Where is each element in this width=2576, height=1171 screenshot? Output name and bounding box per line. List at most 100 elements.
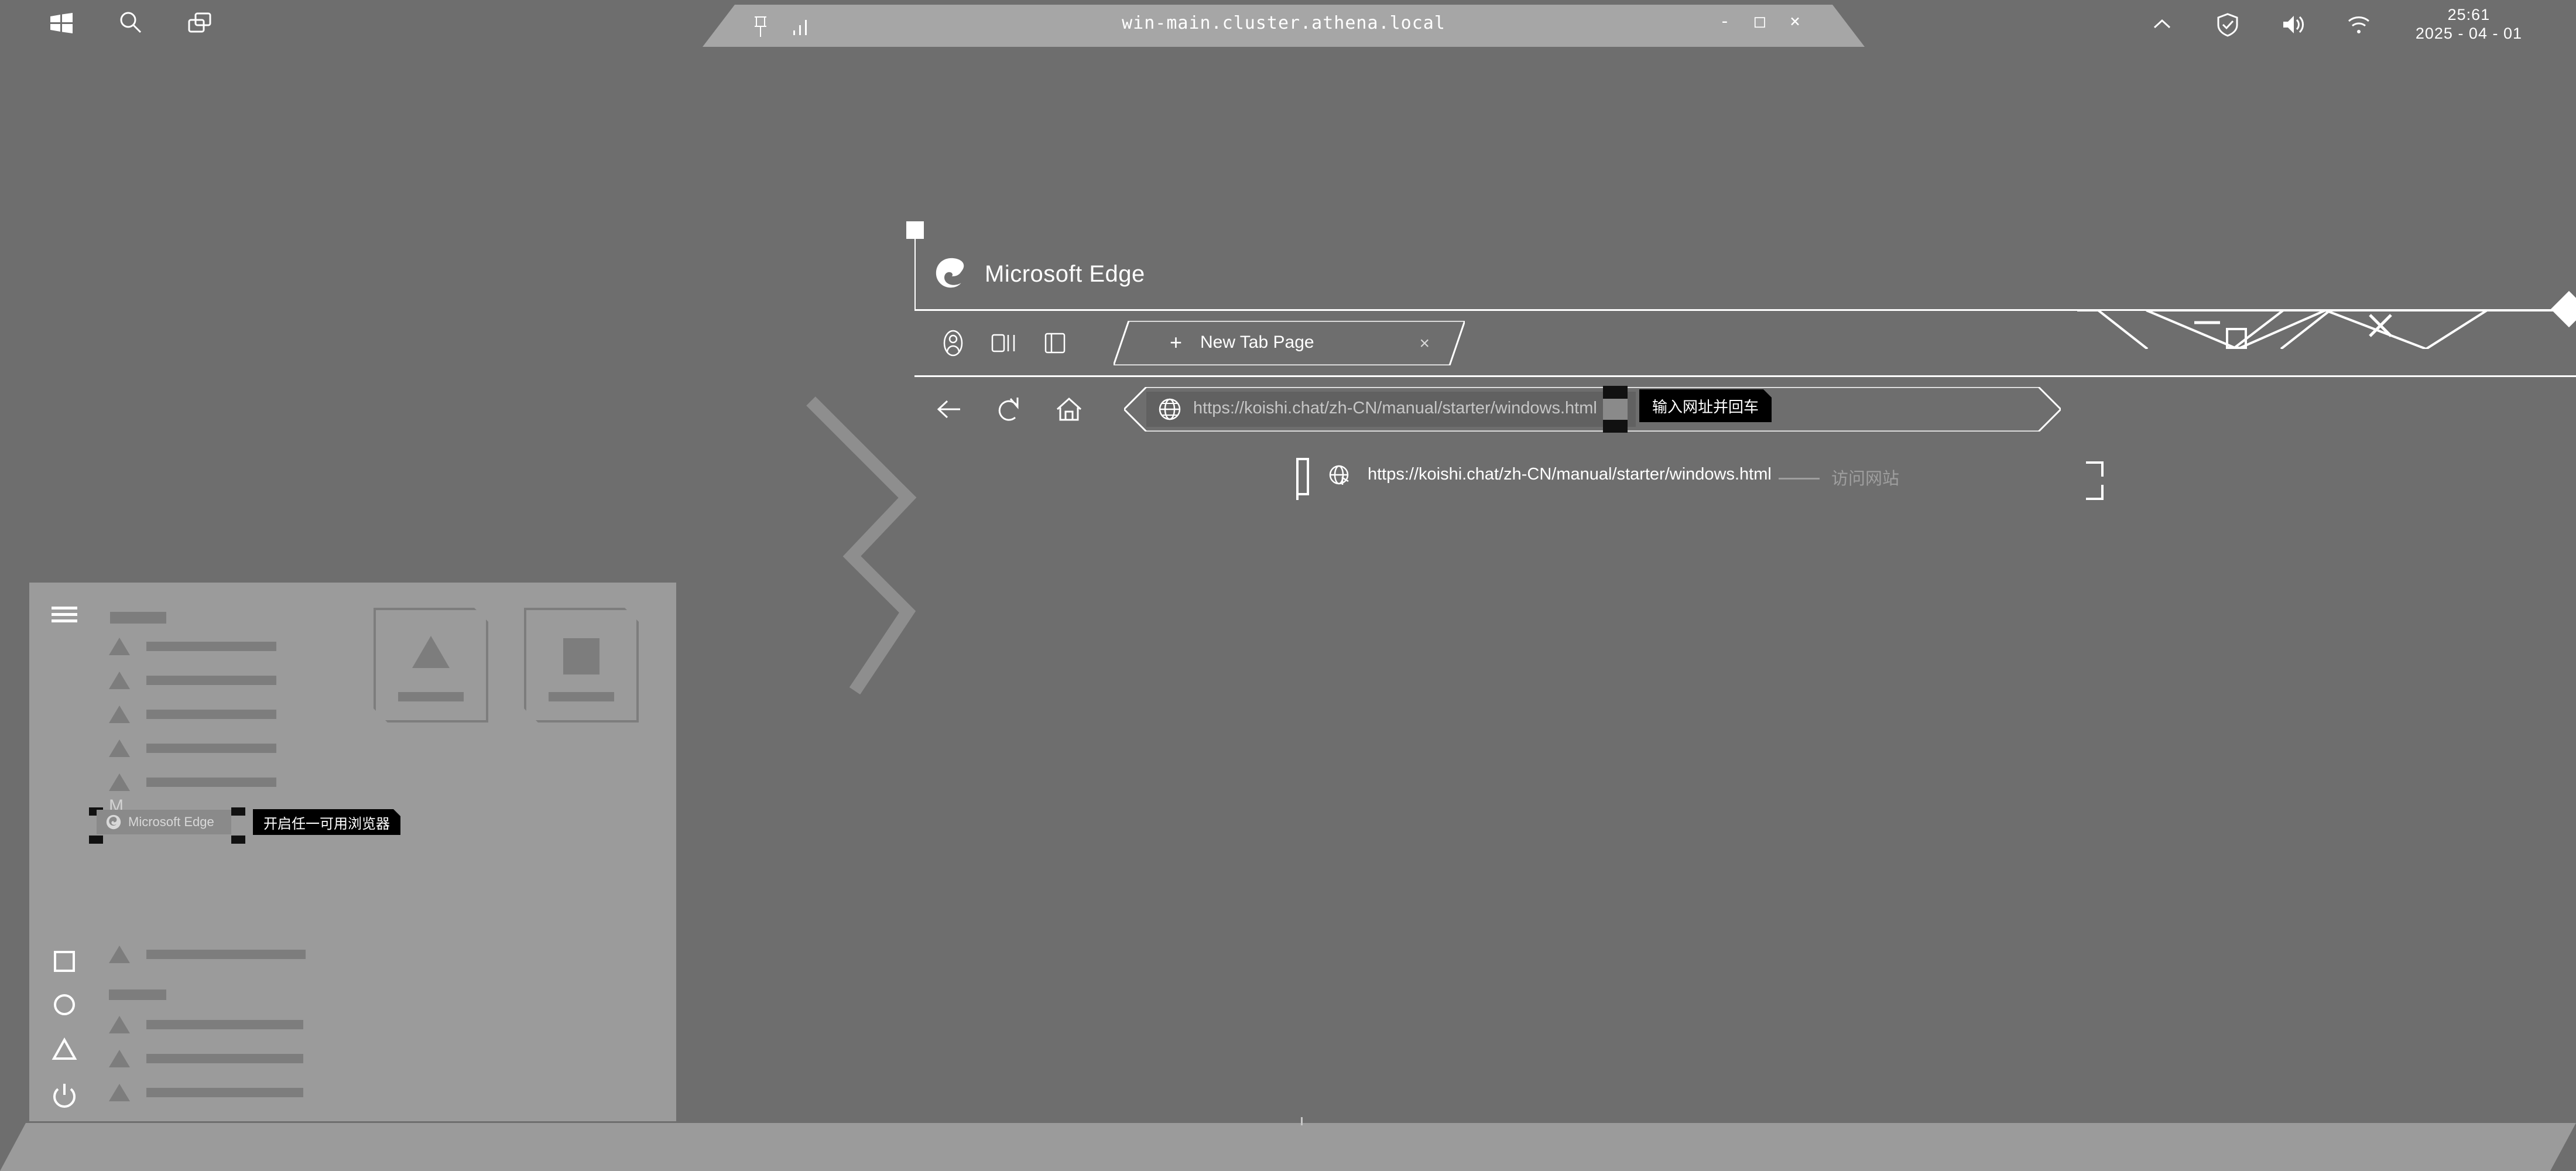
edge-logo-icon	[106, 814, 121, 830]
address-bar-handle-top[interactable]	[1603, 386, 1628, 399]
start-menu-section-title-placeholder	[110, 612, 166, 624]
suggestion-focus-bracket	[1296, 458, 1309, 500]
sidebar-icon[interactable]	[1041, 328, 1071, 358]
taskbar-notch	[1301, 1117, 1303, 1125]
window-corner-marker	[906, 221, 924, 239]
split-screen-icon[interactable]	[989, 328, 1020, 358]
triangle-icon	[412, 636, 450, 668]
security-shield-icon[interactable]	[2214, 11, 2241, 38]
address-bar-tooltip: 输入网址并回车	[1639, 389, 1772, 422]
edge-tabstrip: + New Tab Page ×	[914, 311, 2576, 375]
list-item-label-placeholder	[146, 744, 276, 753]
list-item-label-placeholder	[146, 1020, 303, 1029]
clock-time: 25:61	[2447, 6, 2491, 23]
back-arrow-icon[interactable]	[932, 392, 967, 427]
list-item[interactable]	[109, 1016, 303, 1033]
start-menu-tooltip-text: 开启任一可用浏览器	[263, 816, 390, 832]
tile-label-placeholder	[549, 692, 614, 701]
list-item[interactable]	[109, 773, 276, 791]
address-bar-tooltip-text: 输入网址并回车	[1652, 398, 1759, 416]
suggestion-corner-top-right	[2086, 461, 2104, 477]
list-item-label-placeholder	[146, 950, 306, 959]
list-item-label-placeholder	[146, 710, 276, 719]
desktop-chevron-decoration	[806, 396, 917, 695]
edge-app-title: Microsoft Edge	[985, 261, 1145, 287]
list-item-bullet-icon	[109, 672, 130, 689]
session-close-button[interactable]: ×	[1790, 12, 1800, 32]
documents-square-icon[interactable]	[52, 949, 77, 974]
start-menu-item-label: Microsoft Edge	[128, 814, 214, 829]
list-item-bullet-icon	[109, 1050, 130, 1067]
pictures-circle-icon[interactable]	[52, 992, 77, 1018]
remote-session-titlebar: win-main.cluster.athena.local - □ ×	[703, 5, 1865, 47]
start-menu-handle-left-bottom[interactable]	[89, 836, 103, 844]
start-menu-handle-right-top[interactable]	[231, 807, 245, 816]
list-item-bullet-icon	[109, 739, 130, 757]
tab-plus-icon[interactable]: +	[1170, 332, 1182, 353]
list-item-label-placeholder	[146, 1088, 303, 1097]
list-item[interactable]	[109, 739, 276, 757]
list-item[interactable]	[109, 638, 276, 655]
start-menu-tile-square[interactable]	[524, 608, 639, 723]
list-item-bullet-icon	[109, 1084, 130, 1101]
list-item-bullet-icon	[109, 773, 130, 791]
omnibox-suggestion-row[interactable]: https://koishi.chat/zh-CN/manual/starter…	[1296, 454, 2118, 500]
taskbar	[0, 1123, 2576, 1171]
tab-label: New Tab Page	[1200, 333, 1314, 352]
square-icon	[563, 638, 600, 674]
settings-triangle-icon[interactable]	[52, 1036, 77, 1062]
tab-new-tab-page[interactable]: + New Tab Page ×	[1114, 321, 1465, 365]
address-bar-text: https://koishi.chat/zh-CN/manual/starter…	[1193, 399, 1597, 417]
start-menu-item-microsoft-edge[interactable]: Microsoft Edge	[97, 810, 231, 834]
taskbar-clock[interactable]: 25:61 2025 - 04 - 01	[2416, 6, 2522, 43]
desktop-screen: win-main.cluster.athena.local - □ × Micr…	[0, 0, 2576, 1171]
list-item-label-placeholder	[146, 642, 276, 651]
remote-session-title: win-main.cluster.athena.local	[1122, 13, 1445, 33]
chevron-up-icon[interactable]	[2149, 11, 2176, 38]
list-item-bullet-icon	[109, 706, 130, 723]
hamburger-icon[interactable]	[52, 606, 77, 624]
list-item-bullet-icon	[109, 946, 130, 963]
start-menu-handle-right-bottom[interactable]	[231, 836, 245, 844]
search-icon[interactable]	[117, 9, 144, 36]
list-item-bullet-icon	[109, 638, 130, 655]
start-menu-tooltip: 开启任一可用浏览器	[253, 809, 400, 835]
task-view-icon[interactable]	[186, 9, 213, 36]
list-item-label-placeholder	[146, 778, 276, 787]
list-item[interactable]	[109, 672, 276, 689]
edge-logo-icon	[936, 258, 964, 288]
home-icon[interactable]	[1051, 392, 1087, 427]
tab-close-icon[interactable]: ×	[1419, 334, 1430, 354]
clock-date: 2025 - 04 - 01	[2415, 24, 2522, 42]
list-item[interactable]	[109, 706, 276, 723]
taskbar-system-tray: 25:61 2025 - 04 - 01	[2149, 6, 2522, 43]
edge-browser-window: Microsoft Edge + New Tab Page × https://…	[906, 221, 2576, 1118]
list-item[interactable]	[109, 1084, 303, 1101]
globe-icon	[1159, 398, 1181, 420]
address-bar-handle-bottom[interactable]	[1603, 420, 1628, 433]
refresh-icon[interactable]	[992, 392, 1027, 427]
session-minimize-button[interactable]: -	[1719, 12, 1730, 32]
taskbar-left-group	[48, 9, 213, 36]
list-item-bullet-icon	[109, 1016, 130, 1033]
list-item[interactable]	[109, 1050, 303, 1067]
globe-pointer-icon	[1329, 465, 1349, 485]
profile-icon[interactable]	[938, 328, 968, 358]
session-maximize-button[interactable]: □	[1755, 12, 1765, 32]
address-bar[interactable]: https://koishi.chat/zh-CN/manual/starter…	[1124, 386, 2061, 433]
tile-label-placeholder	[398, 692, 464, 701]
suggestion-action-label: 访问网站	[1831, 470, 1900, 488]
list-item-label-placeholder	[146, 1054, 303, 1063]
suggestion-corner-bottom-right	[2086, 485, 2104, 500]
suggestion-separator	[1779, 478, 1820, 480]
power-icon[interactable]	[52, 1082, 77, 1108]
start-menu-section-title-placeholder	[109, 989, 166, 1000]
windows-start-icon[interactable]	[48, 9, 75, 36]
edge-navigation-bar: https://koishi.chat/zh-CN/manual/starter…	[914, 377, 2576, 441]
volume-icon[interactable]	[2280, 11, 2307, 38]
suggestion-url: https://koishi.chat/zh-CN/manual/starter…	[1368, 465, 1772, 484]
list-item-label-placeholder	[146, 676, 276, 685]
start-menu-tile-triangle[interactable]	[374, 608, 488, 723]
wifi-icon[interactable]	[2345, 11, 2372, 38]
list-item[interactable]	[109, 946, 306, 963]
